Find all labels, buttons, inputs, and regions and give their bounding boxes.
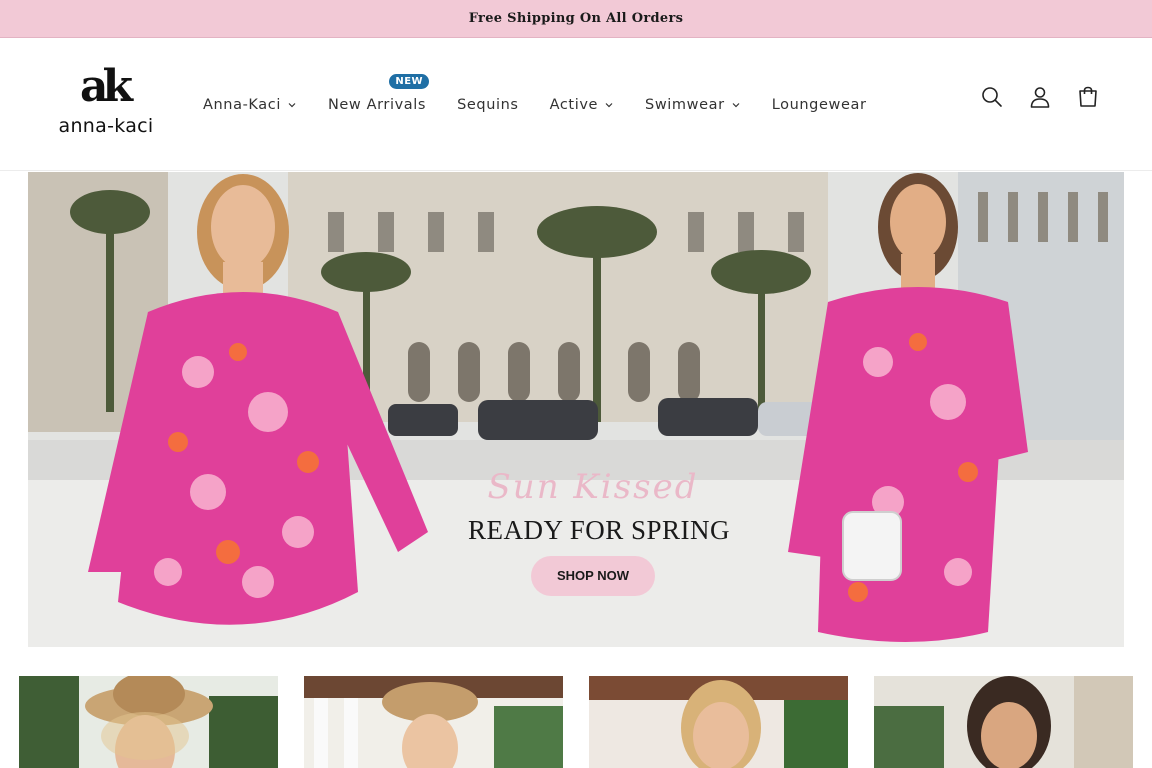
collection-tiles (19, 676, 1133, 768)
chevron-down-icon (732, 103, 740, 108)
nav-item-label: Anna-Kaci (203, 97, 281, 113)
collection-tile[interactable] (19, 676, 278, 768)
brand-logo[interactable]: ak anna-kaci (54, 59, 158, 139)
nav-item-sequins[interactable]: Sequins (457, 97, 519, 113)
cart-icon[interactable] (1076, 85, 1100, 109)
collection-tile[interactable] (874, 676, 1133, 768)
nav-item-label: Loungewear (771, 97, 867, 113)
shop-now-button[interactable]: SHOP NOW (531, 556, 655, 596)
new-badge: NEW (389, 74, 430, 89)
nav-item-swimwear[interactable]: Swimwear (645, 97, 741, 113)
nav-item-loungewear[interactable]: Loungewear (772, 97, 867, 113)
chevron-down-icon (288, 103, 296, 108)
chevron-down-icon (605, 103, 613, 108)
nav-item-active[interactable]: Active (550, 97, 614, 113)
site-header: ak anna-kaci Anna-Kaci New Arrivals NEW … (0, 39, 1152, 171)
hero-banner[interactable]: Sun Kissed READY FOR SPRING SHOP NOW (28, 172, 1124, 647)
account-icon[interactable] (1028, 85, 1052, 109)
nav-item-anna-kaci[interactable]: Anna-Kaci (203, 97, 297, 113)
nav-item-label: Sequins (457, 97, 519, 113)
announcement-bar: Free Shipping On All Orders (0, 0, 1152, 38)
collection-tile[interactable] (304, 676, 563, 768)
hero-heading: READY FOR SPRING (468, 515, 731, 545)
header-icons (980, 85, 1100, 109)
search-icon[interactable] (980, 85, 1004, 109)
nav-item-new-arrivals[interactable]: New Arrivals NEW (327, 74, 430, 113)
nav-item-label: New Arrivals (327, 97, 427, 113)
nav-item-label: Swimwear (645, 97, 725, 113)
logo-mark: ak (80, 61, 133, 112)
announcement-text: Free Shipping On All Orders (468, 11, 684, 26)
hero-script-title: Sun Kissed (487, 467, 699, 507)
main-nav: Anna-Kaci New Arrivals NEW Sequins Activ… (203, 39, 898, 171)
nav-item-label: Active (549, 97, 599, 113)
hero-copy: Sun Kissed READY FOR SPRING SHOP NOW (468, 467, 731, 596)
collection-tile[interactable] (589, 676, 848, 768)
logo-wordmark: anna-kaci (58, 115, 154, 137)
